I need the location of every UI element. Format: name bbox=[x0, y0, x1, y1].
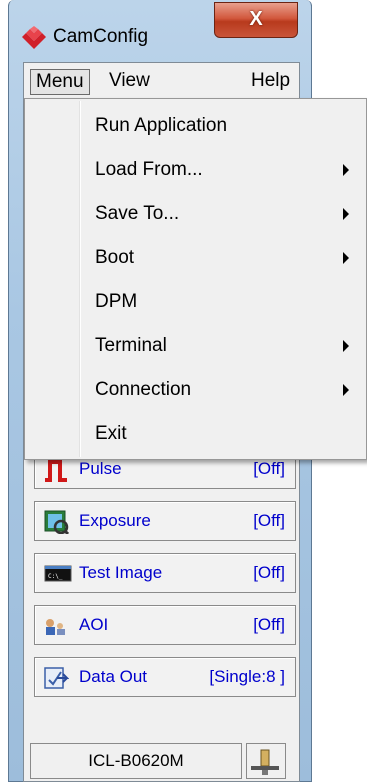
submenu-arrow-icon bbox=[343, 164, 349, 176]
data-out-icon bbox=[44, 667, 69, 689]
camera-model-status: ICL-B0620M bbox=[30, 743, 242, 779]
menu-item-boot[interactable]: Boot bbox=[25, 237, 366, 281]
menu-item-label: Run Application bbox=[95, 115, 228, 136]
menu-item-save-to[interactable]: Save To... bbox=[25, 193, 366, 237]
test-image-icon: C:\_ bbox=[44, 565, 72, 582]
test-image-button[interactable]: C:\_ Test Image [Off] bbox=[34, 553, 296, 593]
menu-help[interactable]: Help bbox=[246, 69, 295, 95]
submenu-arrow-icon bbox=[343, 340, 349, 352]
menu-bar: Menu View Help bbox=[24, 63, 299, 97]
menu-item-label: Terminal bbox=[95, 335, 167, 356]
pulse-label: Pulse bbox=[79, 459, 122, 478]
menu-view[interactable]: View bbox=[104, 69, 155, 95]
menu-item-dpm[interactable]: DPM bbox=[25, 281, 366, 325]
menu-item-terminal[interactable]: Terminal bbox=[25, 325, 366, 369]
aoi-status: [Off] bbox=[253, 615, 285, 634]
menu-item-load-from[interactable]: Load From... bbox=[25, 149, 366, 193]
menu-item-run-application[interactable]: Run Application bbox=[25, 105, 366, 149]
menu-item-exit[interactable]: Exit bbox=[25, 413, 366, 457]
menu-item-label: Exit bbox=[95, 423, 127, 444]
exposure-status: [Off] bbox=[253, 511, 285, 530]
menu-item-connection[interactable]: Connection bbox=[25, 369, 366, 413]
menu-item-label: Connection bbox=[95, 379, 192, 400]
aoi-button[interactable]: AOI [Off] bbox=[34, 605, 296, 645]
menu-dropdown: Run Application Load From... Save To... … bbox=[24, 98, 367, 460]
test-image-status: [Off] bbox=[253, 563, 285, 582]
data-out-status: [Single:8 ] bbox=[209, 667, 285, 686]
exposure-icon bbox=[44, 510, 69, 534]
aoi-icon bbox=[46, 619, 65, 635]
close-button[interactable]: X bbox=[214, 2, 298, 38]
title-bar[interactable]: CamConfig X bbox=[9, 0, 311, 60]
menu-item-label: Load From... bbox=[95, 159, 203, 180]
camconfig-logo-icon bbox=[22, 26, 46, 49]
submenu-arrow-icon bbox=[343, 252, 349, 264]
data-out-button[interactable]: Data Out [Single:8 ] bbox=[34, 657, 296, 697]
submenu-arrow-icon bbox=[343, 208, 349, 220]
pulse-status: [Off] bbox=[253, 459, 285, 478]
close-icon: X bbox=[249, 8, 263, 30]
test-image-label: Test Image bbox=[79, 563, 163, 582]
window-title: CamConfig bbox=[53, 26, 149, 47]
exposure-label: Exposure bbox=[79, 511, 151, 530]
menu-menu[interactable]: Menu bbox=[30, 69, 90, 95]
menu-item-label: DPM bbox=[95, 291, 138, 312]
submenu-arrow-icon bbox=[343, 384, 349, 396]
menu-item-label: Save To... bbox=[95, 203, 180, 224]
aoi-label: AOI bbox=[79, 615, 109, 634]
connection-button[interactable] bbox=[246, 743, 286, 779]
svg-text:C:\_: C:\_ bbox=[48, 573, 63, 580]
menu-item-label: Boot bbox=[95, 247, 135, 268]
connection-plug-icon bbox=[251, 749, 279, 775]
exposure-button[interactable]: Exposure [Off] bbox=[34, 501, 296, 541]
data-out-label: Data Out bbox=[79, 667, 148, 686]
